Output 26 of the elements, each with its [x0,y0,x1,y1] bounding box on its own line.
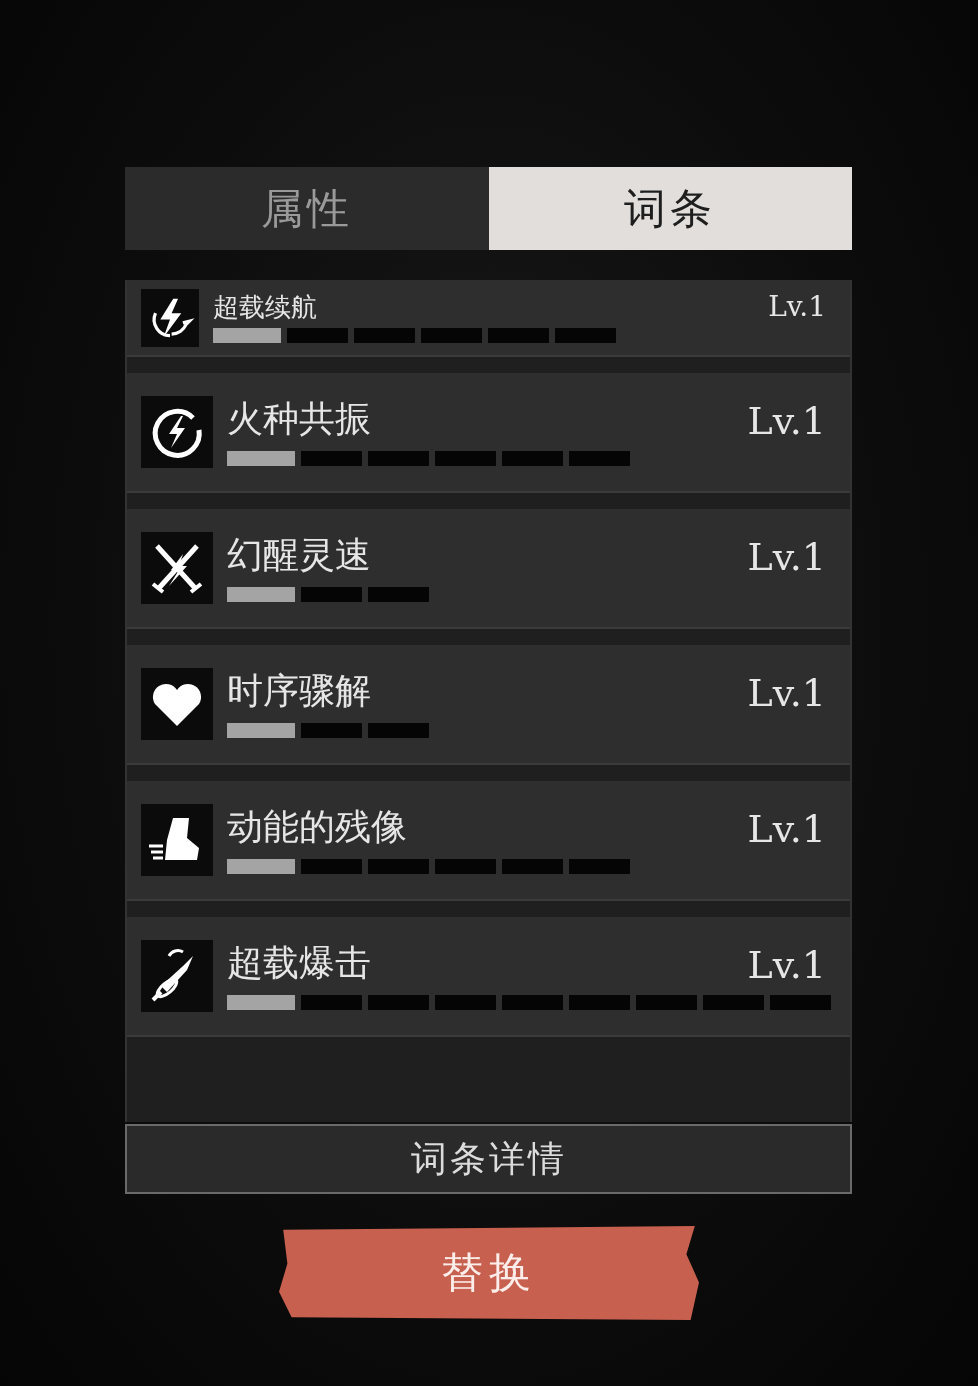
affix-name: 火种共振 [227,398,371,439]
affix-row[interactable]: 超载续航 Lv.1 [127,280,850,357]
affix-name: 幻醒灵速 [227,534,371,575]
affix-row[interactable]: 幻醒灵速 Lv.1 [127,509,850,629]
affix-name: 动能的残像 [227,806,407,847]
affix-level: Lv.1 [747,806,826,851]
affix-row[interactable]: 时序骤解 Lv.1 [127,645,850,765]
affix-level: Lv.1 [747,398,826,443]
running-foot-icon [141,804,213,876]
tab[interactable]: 属性 [125,167,489,250]
affix-name: 时序骤解 [227,670,371,711]
affix-name: 超载爆击 [227,942,371,983]
affix-level: Lv.1 [747,942,826,987]
affix-level: Lv.1 [747,670,826,715]
affix-level: Lv.1 [768,292,826,322]
sword-icon [141,940,213,1012]
affix-row[interactable]: 火种共振 Lv.1 [127,373,850,493]
crossed-swords-icon [141,532,213,604]
details-button[interactable]: 词条详情 [125,1124,852,1194]
affix-level: Lv.1 [747,534,826,579]
tab[interactable]: 词条 [488,167,852,250]
affix-row[interactable]: 动能的残像 Lv.1 [127,781,850,901]
lightning-cycle-icon [141,288,199,347]
affix-row[interactable]: 超载爆击 Lv.1 [127,917,850,1037]
affix-name: 超载续航 [213,292,317,322]
replace-button[interactable]: 替换 [279,1226,699,1320]
